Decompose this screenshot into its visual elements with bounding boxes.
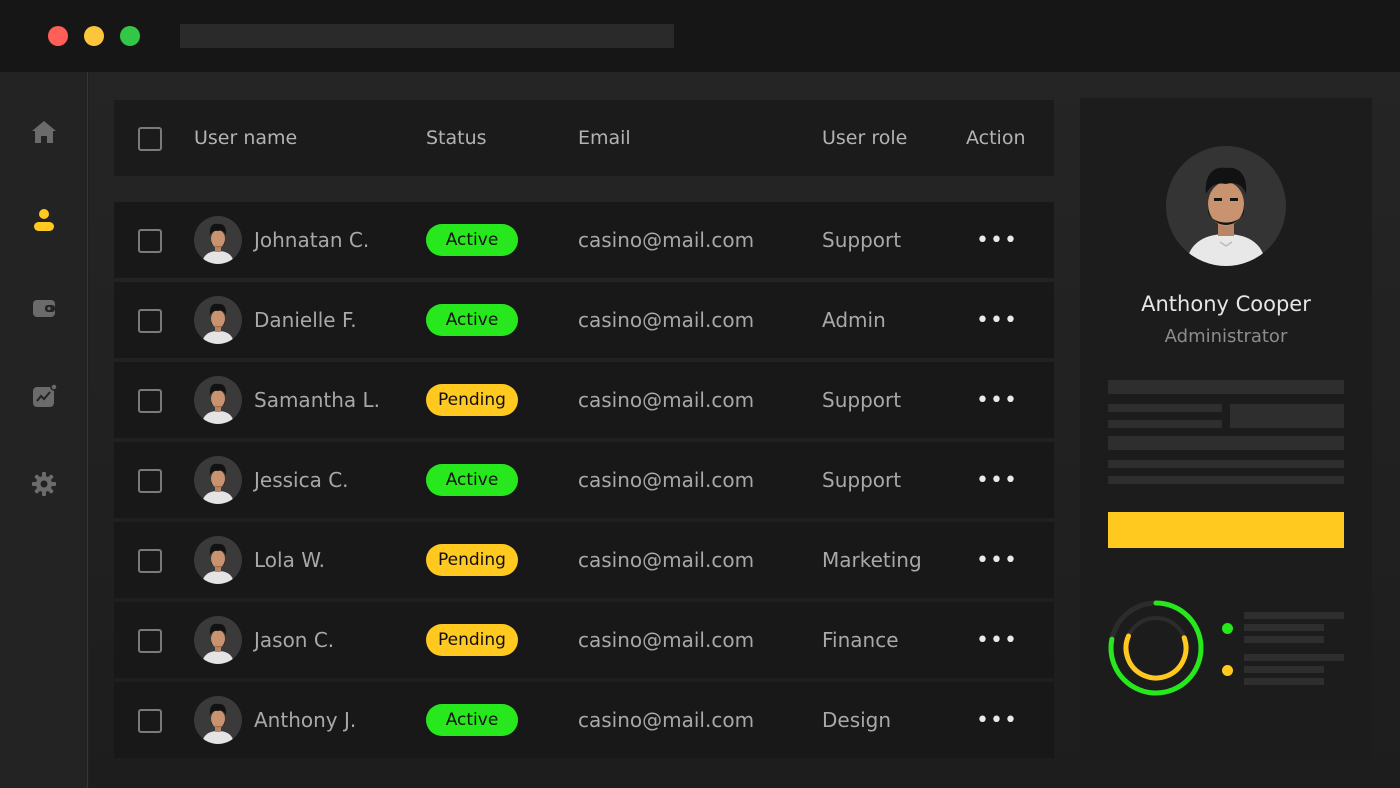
user-name: Samantha L. (254, 388, 380, 412)
row-actions-button[interactable]: ••• (976, 626, 1017, 654)
row-actions-button[interactable]: ••• (976, 546, 1017, 574)
legend-line (1244, 612, 1344, 619)
row-checkbox[interactable] (138, 389, 162, 413)
user-name: Anthony J. (254, 708, 357, 732)
profile-panel: Anthony Cooper Administrator (1080, 98, 1372, 760)
row-actions-button[interactable]: ••• (976, 226, 1017, 254)
table-row[interactable]: Samantha L. Pending casino@mail.com Support… (114, 362, 1054, 438)
user-email: casino@mail.com (578, 548, 755, 572)
ring-inner-arc (1123, 615, 1189, 681)
status-badge: Pending (426, 544, 518, 576)
select-all-checkbox[interactable] (138, 127, 162, 151)
progress-ring (1108, 600, 1204, 696)
legend-dot-yellow (1222, 665, 1233, 676)
table-row[interactable]: Lola W. Pending casino@mail.com Marketing ••… (114, 522, 1054, 598)
maximize-window-button[interactable] (120, 26, 140, 46)
row-checkbox[interactable] (138, 549, 162, 573)
row-checkbox[interactable] (138, 709, 162, 733)
title-bar (0, 0, 1400, 72)
table-header: User name Status Email User role Action (114, 100, 1054, 176)
status-badge: Active (426, 464, 518, 496)
placeholder-line (1108, 404, 1222, 412)
user-name: Jessica C. (254, 468, 349, 492)
user-name: Lola W. (254, 548, 326, 572)
user-name: Jason C. (254, 628, 335, 652)
user-icon[interactable] (26, 202, 62, 238)
user-name: Johnatan C. (254, 228, 370, 252)
legend-line (1244, 624, 1324, 631)
placeholder-line (1108, 436, 1344, 450)
status-badge: Active (426, 224, 518, 256)
user-role: Support (822, 468, 902, 492)
user-role: Design (822, 708, 892, 732)
header-username[interactable]: User name (194, 100, 297, 176)
legend-dot-green (1222, 623, 1233, 634)
user-name: Danielle F. (254, 308, 357, 332)
table-row[interactable]: Jessica C. Active casino@mail.com Support ••… (114, 442, 1054, 518)
row-actions-button[interactable]: ••• (976, 706, 1017, 734)
placeholder-line (1108, 460, 1344, 468)
user-email: casino@mail.com (578, 228, 755, 252)
user-email: casino@mail.com (578, 708, 755, 732)
legend-line (1244, 666, 1324, 673)
avatar (194, 696, 242, 744)
user-role: Finance (822, 628, 899, 652)
gear-icon[interactable] (26, 466, 62, 502)
row-actions-button[interactable]: ••• (976, 306, 1017, 334)
status-badge: Active (426, 704, 518, 736)
user-role: Support (822, 228, 902, 252)
user-role: Admin (822, 308, 886, 332)
row-actions-button[interactable]: ••• (976, 466, 1017, 494)
row-actions-button[interactable]: ••• (976, 386, 1017, 414)
placeholder-line (1108, 476, 1344, 484)
close-window-button[interactable] (48, 26, 68, 46)
table-row[interactable]: Anthony J. Active casino@mail.com Design ••• (114, 682, 1054, 758)
placeholder-line (1108, 380, 1344, 394)
app-window: User name Status Email User role Action … (0, 0, 1400, 788)
header-status[interactable]: Status (426, 100, 487, 176)
table-row[interactable]: Johnatan C. Active casino@mail.com Support •… (114, 202, 1054, 278)
minimize-window-button[interactable] (84, 26, 104, 46)
placeholder-block (1230, 404, 1344, 428)
avatar (194, 536, 242, 584)
avatar (194, 296, 242, 344)
status-badge: Pending (426, 624, 518, 656)
table-row[interactable]: Danielle F. Active casino@mail.com Admin ••• (114, 282, 1054, 358)
profile-role: Administrator (1164, 326, 1288, 347)
user-role: Support (822, 388, 902, 412)
row-checkbox[interactable] (138, 629, 162, 653)
status-badge: Active (426, 304, 518, 336)
avatar (194, 216, 242, 264)
table-row[interactable]: Jason C. Pending casino@mail.com Finance ••• (114, 602, 1054, 678)
row-checkbox[interactable] (138, 309, 162, 333)
avatar (194, 376, 242, 424)
placeholder-line (1108, 420, 1222, 428)
avatar (194, 456, 242, 504)
user-email: casino@mail.com (578, 628, 755, 652)
user-role: Marketing (822, 548, 922, 572)
header-email[interactable]: Email (578, 100, 631, 176)
address-bar[interactable] (180, 24, 674, 48)
user-email: casino@mail.com (578, 388, 755, 412)
wallet-icon[interactable] (26, 290, 62, 326)
legend-line (1244, 636, 1324, 643)
user-email: casino@mail.com (578, 308, 755, 332)
header-role[interactable]: User role (822, 100, 907, 176)
avatar (194, 616, 242, 664)
home-icon[interactable] (26, 114, 62, 150)
chart-icon[interactable] (26, 378, 62, 414)
profile-name: Anthony Cooper (1141, 292, 1311, 316)
primary-action-bar[interactable] (1108, 512, 1344, 548)
row-checkbox[interactable] (138, 469, 162, 493)
header-action: Action (966, 127, 1026, 149)
user-email: casino@mail.com (578, 468, 755, 492)
row-checkbox[interactable] (138, 229, 162, 253)
profile-avatar (1166, 146, 1286, 266)
legend-line (1244, 678, 1324, 685)
status-badge: Pending (426, 384, 518, 416)
sidebar (0, 72, 88, 788)
legend-line (1244, 654, 1344, 661)
